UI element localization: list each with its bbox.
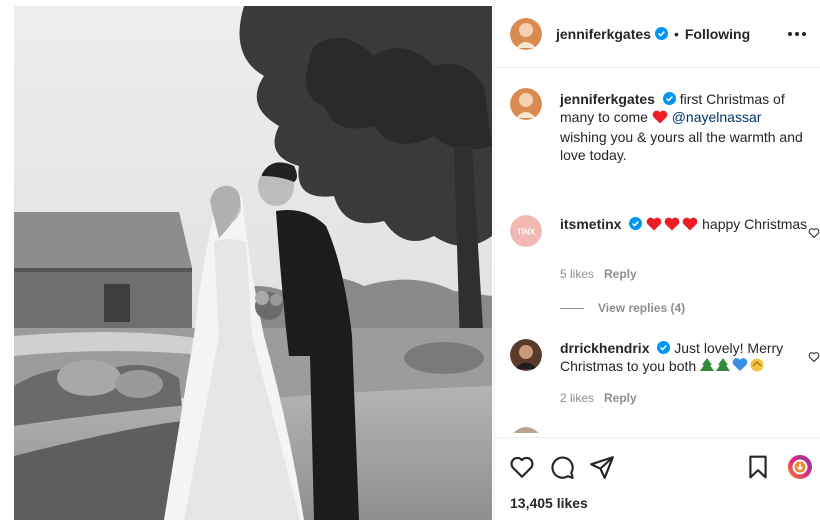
wedding-photo[interactable] [14,6,492,520]
share-icon[interactable] [589,454,615,480]
verified-icon [657,340,671,354]
comment-username[interactable]: itsmetinx [560,216,621,232]
save-icon[interactable] [745,454,771,480]
comment-meta: 2 likes Reply [560,391,637,405]
comment-likes[interactable]: 5 likes [560,267,594,281]
like-comment-heart-icon[interactable] [808,227,820,239]
red-heart-emoji-icon [652,110,668,128]
commenter-avatar[interactable]: TINX [510,215,542,247]
mention-link[interactable]: @nayelnassar [672,109,762,125]
author-username[interactable]: jenniferkgates [556,26,651,42]
comment-body: happy Christmas [702,216,808,232]
comment-meta: 5 likes Reply [560,267,637,281]
comments-list: jenniferkgates first Christmas of many t… [495,69,820,433]
caption-avatar[interactable] [510,88,542,120]
post-media-pane [0,0,494,520]
verified-icon [662,91,676,105]
heart-icon[interactable] [509,454,535,480]
caption-text: jenniferkgates first Christmas of many t… [560,90,812,164]
more-icon[interactable] [785,22,809,46]
avatar-photo-icon [510,88,542,120]
post-actions: 13,405 likes [495,437,820,520]
comment-text: drrickhendrix Just lovely! Merry Christm… [560,339,812,377]
post-sidebar: jenniferkgates • Following jenniferkgate… [494,0,820,520]
comment-likes[interactable]: 2 likes [560,391,594,405]
avatar-tinx-text: TINX [517,228,536,237]
comment-icon[interactable] [549,454,575,480]
reply-button[interactable]: Reply [604,267,637,281]
view-replies-button[interactable]: View replies (4) [560,301,685,315]
caption-line-2: wishing you & yours all the warmth and l… [560,129,803,163]
header-separator: • [673,25,679,42]
comment-text: itsmetinx happy Christmas [560,215,812,235]
extension-badge-icon[interactable] [787,454,813,480]
commenter-avatar[interactable] [510,427,542,433]
avatar-photo-icon [510,339,542,371]
verified-icon [654,27,668,40]
avatar-photo-icon [513,427,539,433]
like-comment-heart-icon[interactable] [808,351,820,363]
verified-icon [629,216,643,230]
caption-username[interactable]: jenniferkgates [560,91,655,107]
likes-count[interactable]: 13,405 likes [510,495,588,511]
reply-button[interactable]: Reply [604,391,637,405]
view-replies-label: View replies (4) [598,301,686,315]
following-button[interactable]: Following [685,26,750,42]
author-avatar[interactable] [510,17,542,50]
avatar-photo-icon [510,17,542,50]
red-heart-emoji-icon [646,217,698,235]
avatar-tinx-icon: TINX [510,215,542,247]
view-replies-line [560,307,584,309]
commenter-avatar[interactable] [510,339,542,371]
comment-username[interactable]: drrickhendrix [560,340,649,356]
post-header: jenniferkgates • Following [495,0,820,68]
christmas-emoji-icon [700,357,764,377]
